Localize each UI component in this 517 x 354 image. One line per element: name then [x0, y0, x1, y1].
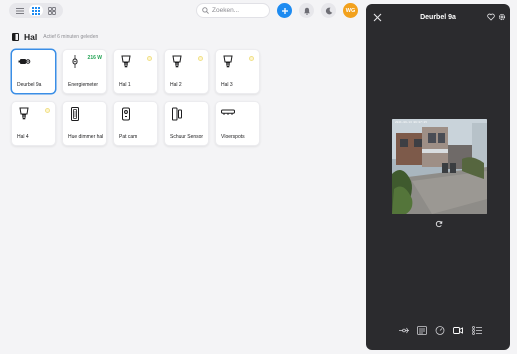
search-input[interactable]: [212, 7, 268, 14]
toolbar-checklist-button[interactable]: [471, 325, 482, 335]
list-icon: [16, 7, 24, 14]
device-tile-pat-cam[interactable]: Pat cam: [113, 101, 158, 146]
contact-sensor-icon: [172, 107, 182, 121]
device-label: Deurbel 9a: [17, 82, 42, 88]
device-label: Vloerspots: [221, 134, 245, 140]
user-avatar[interactable]: WG: [343, 3, 358, 18]
bulb-icon: [172, 55, 182, 68]
energy-value: 216 W: [87, 55, 102, 61]
room-header: Hal Actief 6 minuten geleden: [12, 32, 98, 42]
device-label: Hal 3: [221, 82, 233, 88]
door-icon: [12, 33, 19, 41]
device-tile-energiemeter[interactable]: 216 W Energiemeter: [62, 49, 107, 94]
panel-toolbar: [398, 325, 482, 335]
grid-view-button[interactable]: [29, 5, 43, 16]
plus-icon: [281, 7, 288, 14]
light-status-dot: [198, 56, 203, 61]
video-icon: [453, 326, 464, 334]
device-tile-hal-4[interactable]: Hal 4: [11, 101, 56, 146]
gauge-icon: [435, 325, 445, 335]
bulb-icon: [121, 55, 131, 68]
room-title: Hal: [24, 32, 38, 42]
device-tile-schuur-sensor[interactable]: Schuur Sensor: [164, 101, 209, 146]
checklist-icon: [471, 325, 482, 335]
toolbar-video-button[interactable]: [453, 325, 464, 335]
toolbar-gauge-button[interactable]: [435, 325, 446, 335]
camera-image: [392, 119, 487, 214]
ceiling-spots-icon: [221, 109, 235, 115]
device-grid: Deurbel 9a 216 W Energiemeter Hal 1 Hal …: [11, 49, 271, 146]
device-tile-hue-dimmer-hal[interactable]: Hue dimmer hal: [62, 101, 107, 146]
bulb-icon: [19, 107, 29, 120]
camera-device-icon: [122, 107, 130, 121]
moon-icon: [325, 7, 332, 14]
grid-icon: [32, 6, 40, 15]
search-box[interactable]: [196, 3, 270, 18]
device-label: Energiemeter: [68, 82, 99, 88]
device-label: Hue dimmer hal: [68, 134, 104, 140]
sensor-icon: [398, 327, 409, 333]
list-settings-icon: [416, 325, 427, 335]
device-label: Hal 2: [170, 82, 182, 88]
device-detail-panel: Deurbel 9a 2021-09-13 09:07:25: [366, 4, 510, 350]
heart-icon[interactable]: [487, 13, 495, 21]
device-tile-hal-1[interactable]: Hal 1: [113, 49, 158, 94]
toolbar-settings-list-button[interactable]: [416, 325, 427, 335]
device-tile-hal-2[interactable]: Hal 2: [164, 49, 209, 94]
view-toggle: [9, 3, 63, 18]
toolbar-sensor-button[interactable]: [398, 325, 409, 335]
device-label: Hal 4: [17, 134, 29, 140]
dimmer-switch-icon: [71, 107, 79, 121]
device-tile-vloerspots[interactable]: Vloerspots: [215, 101, 260, 146]
doorbell-icon: [18, 59, 31, 64]
device-label: Pat cam: [119, 134, 138, 140]
energy-meter-icon: [72, 55, 78, 68]
room-last-active: Actief 6 minuten geleden: [43, 34, 99, 40]
camera-timestamp: 2021-09-13 09:07:25: [395, 121, 427, 124]
device-tile-deurbel-9a[interactable]: Deurbel 9a: [11, 49, 56, 94]
add-button[interactable]: [277, 3, 292, 18]
device-tile-hal-3[interactable]: Hal 3: [215, 49, 260, 94]
device-label: Hal 1: [119, 82, 131, 88]
device-label: Schuur Sensor: [170, 134, 204, 140]
gear-icon[interactable]: [498, 13, 506, 21]
notifications-button[interactable]: [299, 3, 314, 18]
list-view-button[interactable]: [13, 5, 27, 16]
light-status-dot: [249, 56, 254, 61]
large-grid-icon: [48, 6, 56, 15]
light-status-dot: [45, 108, 50, 113]
bell-icon: [303, 7, 310, 15]
search-icon: [202, 7, 209, 14]
bulb-icon: [223, 55, 233, 68]
camera-snapshot: 2021-09-13 09:07:25: [392, 119, 487, 214]
large-grid-view-button[interactable]: [45, 5, 59, 16]
night-mode-button[interactable]: [321, 3, 336, 18]
light-status-dot: [147, 56, 152, 61]
refresh-icon[interactable]: [435, 220, 443, 228]
